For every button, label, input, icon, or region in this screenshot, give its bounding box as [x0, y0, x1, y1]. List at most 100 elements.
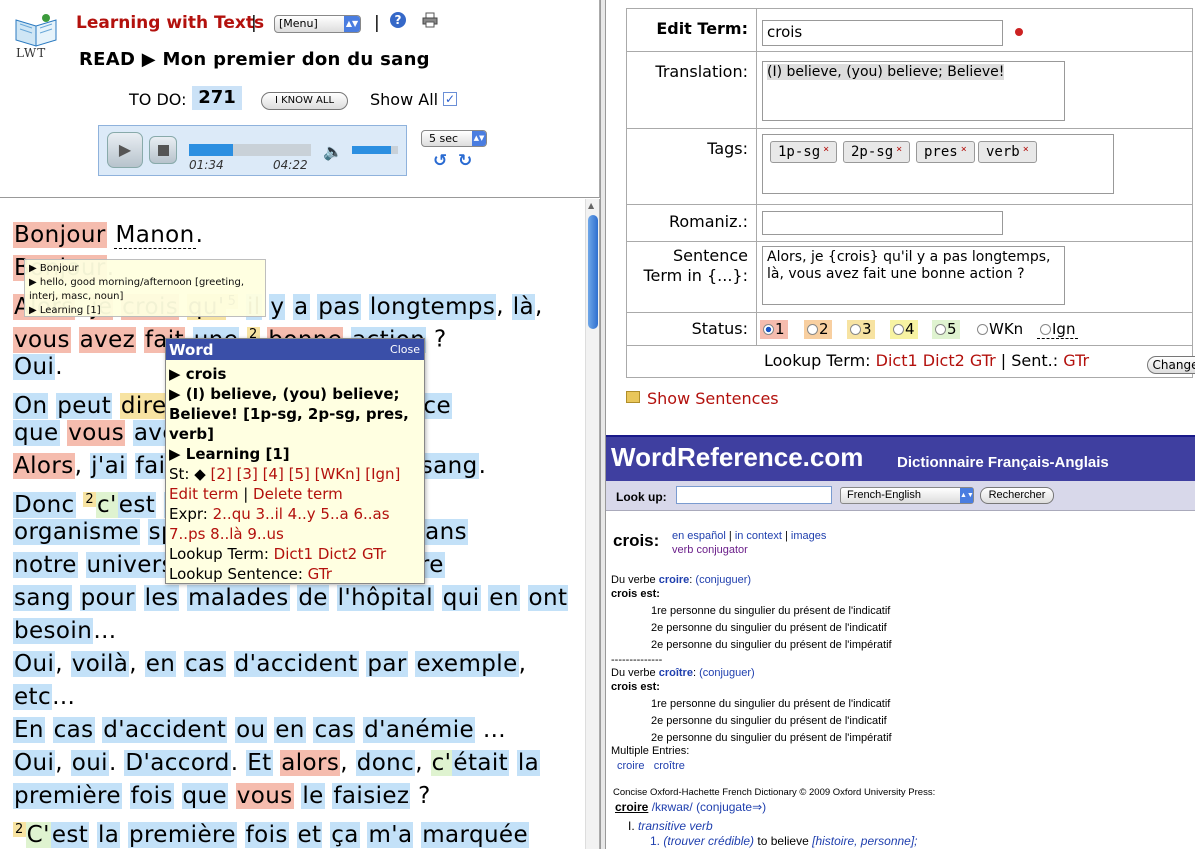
rewind-icon[interactable]: ↺	[433, 151, 447, 171]
word[interactable]: sang	[419, 453, 479, 479]
scrollbar-thumb[interactable]	[588, 215, 598, 329]
print-icon[interactable]	[422, 12, 438, 28]
edit-term-link[interactable]: Edit term	[169, 485, 238, 503]
word[interactable]: organisme	[13, 519, 140, 545]
popup-header[interactable]: Word Close	[166, 339, 424, 360]
word[interactable]: cas	[52, 717, 95, 743]
word[interactable]: notre	[13, 552, 78, 578]
word[interactable]: c'	[96, 491, 118, 518]
word[interactable]: de	[297, 585, 329, 611]
images-link[interactable]: images	[791, 530, 826, 542]
word[interactable]: C'	[25, 821, 51, 848]
conjuguer-link[interactable]: (conjuguer)	[699, 667, 755, 679]
stop-button[interactable]	[149, 136, 177, 164]
app-title-link[interactable]: Learning with Texts	[76, 13, 264, 33]
word[interactable]: que	[13, 420, 60, 446]
word[interactable]: fois	[129, 783, 174, 809]
multi-croire-link[interactable]: croire	[617, 760, 645, 772]
popup-close-link[interactable]: Close	[390, 343, 420, 356]
word[interactable]: Manon	[114, 222, 196, 249]
word[interactable]: Et	[246, 750, 273, 776]
gtr-link[interactable]: GTr	[970, 351, 996, 370]
expr-links[interactable]: 2..qu 3..il 4..y 5..a 6..as	[213, 505, 390, 523]
tag-remove-icon[interactable]: ×	[823, 144, 829, 155]
croitre-link[interactable]: croître	[659, 667, 693, 679]
word[interactable]: ça	[330, 821, 360, 848]
en-espanol-link[interactable]: en español	[672, 530, 726, 542]
status-radio-ign[interactable]: Ign	[1037, 320, 1079, 339]
status-radio-4[interactable]: 4	[890, 320, 918, 339]
word[interactable]: vous	[235, 783, 294, 809]
reader-scrollbar[interactable]: ▲	[585, 199, 599, 849]
word[interactable]: faisiez	[332, 783, 411, 809]
word[interactable]: etc	[13, 684, 53, 710]
word[interactable]: y	[269, 293, 286, 320]
tag-remove-icon[interactable]: ×	[1023, 144, 1029, 155]
tag-chip[interactable]: verb ×	[978, 141, 1037, 163]
entry-word[interactable]: croire	[615, 800, 648, 814]
show-all-checkbox[interactable]: ✓	[443, 92, 457, 106]
word[interactable]: oui	[70, 750, 109, 776]
conjuguer-link[interactable]: (conjuguer)	[695, 574, 751, 586]
lookup-sentence-link[interactable]: GTr	[308, 565, 332, 583]
word[interactable]: pour	[79, 585, 136, 611]
tag-chip[interactable]: 2p-sg ×	[843, 141, 911, 163]
word[interactable]: en	[488, 585, 520, 611]
translation-textarea[interactable]: (I) believe, (you) believe; Believe!	[762, 61, 1065, 121]
word[interactable]: fois	[244, 821, 289, 848]
word[interactable]: vous	[13, 326, 71, 353]
expression-count[interactable]: 2	[83, 492, 96, 507]
word[interactable]: les	[143, 585, 180, 611]
word[interactable]: Donc	[13, 491, 76, 518]
expression-count[interactable]: 2	[13, 822, 26, 837]
word[interactable]: est	[50, 821, 90, 848]
status-radio-2[interactable]: 2	[804, 320, 832, 339]
word[interactable]: On	[13, 392, 49, 419]
wr-search-input[interactable]	[676, 486, 832, 504]
rechercher-button[interactable]: Rechercher	[980, 487, 1054, 504]
term-input[interactable]: crois	[762, 20, 1003, 46]
word[interactable]: cas	[183, 651, 226, 677]
word[interactable]: longtemps	[368, 293, 497, 320]
tag-remove-icon[interactable]: ×	[896, 144, 902, 155]
help-icon[interactable]: ?	[390, 12, 406, 28]
word[interactable]: en	[144, 651, 177, 677]
word[interactable]: la	[96, 821, 121, 848]
volume-icon[interactable]: 🔈	[323, 142, 343, 161]
word[interactable]: en	[274, 717, 306, 743]
word[interactable]: malades	[187, 585, 290, 611]
word[interactable]: l'hôpital	[336, 585, 435, 611]
word[interactable]: d'accident	[233, 651, 359, 677]
sentence-gtr-link[interactable]: GTr	[1063, 351, 1089, 370]
wr-logo[interactable]: WordReference.com	[611, 442, 863, 473]
word[interactable]: Oui	[13, 651, 56, 677]
word[interactable]: d'accident	[102, 717, 228, 743]
delete-term-link[interactable]: Delete term	[253, 485, 343, 503]
word[interactable]: dire	[119, 392, 168, 419]
word[interactable]: le	[301, 783, 325, 809]
forward-icon[interactable]: ↻	[458, 151, 472, 171]
conjugate-link[interactable]: (conjugate⇒)	[696, 800, 766, 814]
in-context-link[interactable]: in context	[735, 530, 782, 542]
wr-language-select[interactable]: French-English ▲▼	[840, 487, 974, 504]
word[interactable]: la	[516, 750, 541, 776]
word[interactable]: En	[13, 717, 45, 743]
word[interactable]: sang	[13, 585, 72, 611]
status-links[interactable]: [2] [3] [4] [5] [WKn] [Ign]	[211, 465, 401, 483]
tag-chip[interactable]: pres ×	[916, 141, 975, 163]
progress-bar[interactable]	[189, 144, 311, 156]
skip-seconds-select[interactable]: 5 sec ▲▼	[421, 130, 487, 147]
word[interactable]: donc	[355, 750, 416, 776]
dict2-link[interactable]: Dict2	[923, 351, 965, 370]
expr-links-2[interactable]: 7..ps 8..là 9..us	[169, 524, 284, 544]
word[interactable]: ou	[235, 717, 267, 743]
scroll-up-icon[interactable]: ▲	[588, 201, 594, 210]
word[interactable]: exemple	[415, 651, 519, 677]
change-button[interactable]: Change	[1147, 356, 1195, 374]
show-sentences-link[interactable]: Show Sentences	[647, 389, 779, 408]
word[interactable]: et	[296, 821, 323, 848]
lookup-term-links[interactable]: Dict1 Dict2 GTr	[274, 545, 387, 563]
play-icon[interactable]: ▶	[107, 132, 143, 168]
word[interactable]: Alors	[13, 453, 75, 479]
multi-croitre-link[interactable]: croître	[654, 760, 685, 772]
